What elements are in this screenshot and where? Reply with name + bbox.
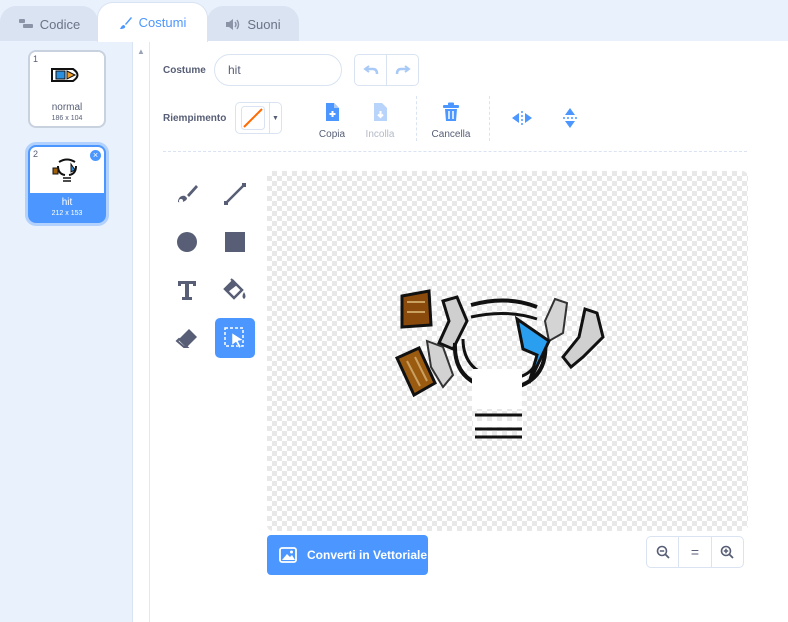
flip-vertical-icon — [563, 108, 577, 128]
list-scrollbar[interactable]: ▲ — [133, 41, 150, 622]
zoom-in-icon — [721, 545, 734, 559]
brush-tool-icon — [178, 185, 198, 203]
circle-tool-icon — [177, 232, 197, 252]
select-icon — [224, 327, 244, 349]
costume-size: 186 x 104 — [51, 115, 83, 122]
speaker-icon — [225, 18, 241, 31]
costume-name-input[interactable] — [214, 54, 342, 86]
copy-icon — [326, 103, 339, 121]
drawing-canvas[interactable] — [267, 171, 748, 531]
costume-name: hit — [61, 197, 73, 208]
undo-icon — [362, 65, 378, 75]
costume-thumbnail — [30, 52, 104, 98]
tab-costumes[interactable]: Costumi — [97, 2, 208, 42]
scroll-up-icon[interactable]: ▲ — [137, 47, 145, 56]
tab-code-label: Codice — [39, 16, 81, 32]
costume-number: 2 — [33, 149, 39, 159]
fill-label: Riempimento — [163, 113, 227, 124]
zoom-out-icon — [656, 545, 670, 559]
trash-icon — [443, 102, 459, 121]
tab-bar: Codice Costumi Suoni — [0, 0, 788, 42]
eraser-icon — [175, 329, 197, 348]
close-icon: × — [92, 150, 99, 160]
costume-size: 212 x 153 — [51, 210, 83, 217]
toolbar-divider — [416, 96, 417, 141]
convert-label: Converti in Vettoriale — [307, 548, 428, 562]
fill-swatch — [236, 103, 270, 133]
costume-label: Costume — [163, 65, 206, 76]
zoom-reset-label: = — [690, 544, 700, 560]
chevron-down-icon: ▼ — [272, 114, 279, 122]
fill-tool[interactable] — [215, 270, 255, 310]
line-tool[interactable] — [215, 174, 255, 214]
convert-to-vector-button[interactable]: Converti in Vettoriale — [267, 535, 428, 575]
costume-list: 1 normal 186 x 104 2 × hit 212 x 153 — [0, 41, 133, 622]
select-tool[interactable] — [215, 318, 255, 358]
rocket-thumb-icon — [51, 68, 79, 82]
paint-bucket-icon — [223, 278, 246, 300]
tab-sounds[interactable]: Suoni — [207, 6, 299, 41]
flip-horizontal-button[interactable] — [502, 98, 542, 138]
code-icon — [18, 18, 34, 30]
zoom-reset-button[interactable]: = — [678, 537, 710, 567]
paste-label: Incolla — [365, 129, 395, 140]
fill-color-picker[interactable]: ▼ — [235, 102, 282, 134]
costume-item-normal[interactable]: 1 normal 186 x 104 — [28, 50, 106, 128]
brush-icon — [119, 16, 133, 30]
undo-button[interactable] — [355, 55, 386, 85]
circle-tool[interactable] — [167, 222, 207, 262]
paste-icon — [374, 103, 387, 121]
delete-costume-button[interactable]: × — [89, 149, 102, 162]
costume-item-hit[interactable]: 2 × hit 212 x 153 — [28, 145, 106, 223]
text-tool[interactable] — [167, 270, 207, 310]
no-fill-swatch-icon — [240, 106, 265, 130]
toolbar-separator — [163, 151, 747, 152]
eraser-tool[interactable] — [167, 318, 207, 358]
undo-redo-group — [354, 54, 419, 86]
costume-number: 1 — [33, 54, 39, 64]
redo-button[interactable] — [386, 55, 418, 85]
paint-editor: Costume Riempimento ▼ Copia Incolla Canc… — [150, 41, 788, 622]
toolbar-divider — [489, 96, 490, 141]
delete-button[interactable]: Cancella — [421, 101, 481, 140]
delete-label: Cancella — [431, 129, 471, 140]
paste-button[interactable]: Incolla — [350, 101, 410, 140]
rectangle-tool[interactable] — [215, 222, 255, 262]
rectangle-tool-icon — [225, 232, 245, 252]
flip-vertical-button[interactable] — [550, 98, 590, 138]
zoom-out-button[interactable] — [647, 537, 678, 567]
hit-thumb-icon — [52, 158, 77, 182]
text-tool-icon — [178, 281, 196, 300]
image-icon — [279, 547, 297, 563]
tab-sounds-label: Suoni — [247, 16, 281, 32]
redo-icon — [395, 65, 411, 75]
tab-code[interactable]: Codice — [0, 6, 98, 41]
line-tool-icon — [224, 183, 246, 205]
tab-costumes-label: Costumi — [138, 15, 187, 30]
costume-name: normal — [51, 102, 83, 113]
brush-tool[interactable] — [167, 174, 207, 214]
flip-horizontal-icon — [512, 111, 532, 125]
hit-costume-drawing — [395, 289, 605, 439]
zoom-controls: = — [646, 536, 744, 568]
zoom-in-button[interactable] — [710, 537, 743, 567]
